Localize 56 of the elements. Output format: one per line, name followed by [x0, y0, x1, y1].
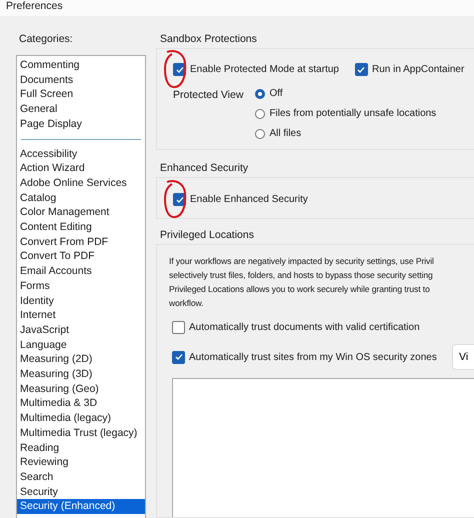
option-checkbox[interactable]: Enable Enhanced Security: [173, 193, 308, 206]
category-item[interactable]: Action Wizard: [17, 161, 145, 176]
check-icon: [176, 196, 184, 204]
check-icon: [357, 66, 366, 74]
category-item[interactable]: Measuring (2D): [17, 352, 145, 368]
checkbox[interactable]: [172, 321, 185, 334]
category-item[interactable]: Multimedia Trust (legacy): [17, 426, 145, 441]
category-item[interactable]: JavaScript: [17, 322, 145, 338]
radio-button[interactable]: [255, 108, 266, 118]
radio-button[interactable]: [255, 88, 266, 98]
category-item[interactable]: Security: [17, 484, 145, 500]
category-item[interactable]: Color Management: [17, 205, 145, 220]
radio-button[interactable]: [255, 128, 266, 138]
category-item[interactable]: Language: [17, 338, 145, 352]
category-item[interactable]: Internet: [17, 308, 145, 323]
description-text: If your workflows are negatively impacted by security settings, use Privil selectively trust files, folders, and hosts to bypass those security setting Privileged Locations allows you to work securely while granting trust to workflow.: [168, 255, 435, 310]
category-item[interactable]: Reviewing: [17, 455, 145, 470]
category-item[interactable]: Forms: [17, 278, 145, 294]
option-checkbox[interactable]: Enable Protected Mode at startup: [173, 63, 339, 76]
category-item[interactable]: Multimedia (legacy): [17, 411, 145, 426]
category-item[interactable]: Page Display: [17, 116, 145, 132]
category-item[interactable]: Catalog: [17, 190, 145, 206]
category-item[interactable]: Commenting: [17, 58, 145, 73]
category-item[interactable]: Measuring (3D): [17, 367, 145, 382]
category-item[interactable]: Full Screen: [17, 87, 145, 102]
category-item[interactable]: Email Accounts: [17, 264, 145, 279]
category-item[interactable]: Accessibility: [17, 146, 145, 162]
checkbox[interactable]: [172, 350, 185, 364]
protected-view-label: Protected View: [173, 88, 244, 102]
radio-option[interactable]: Off: [255, 88, 436, 99]
categories-label: Categories:: [19, 33, 74, 45]
radio-option[interactable]: All files: [255, 128, 436, 139]
section-heading: Privileged Locations: [160, 229, 255, 242]
option-checkbox[interactable]: Run in AppContainer: [354, 63, 464, 76]
category-item[interactable]: Multimedia & 3D: [17, 396, 145, 412]
category-item[interactable]: Convert To PDF: [17, 249, 145, 264]
category-item[interactable]: Reading: [17, 440, 145, 456]
check-icon: [176, 66, 184, 74]
window-title: Preferences: [6, 0, 63, 13]
category-item[interactable]: General: [17, 102, 145, 117]
category-item[interactable]: Measuring (Geo): [17, 382, 145, 396]
view-button[interactable]: Vi: [452, 344, 474, 370]
check-icon: [174, 353, 182, 361]
section-heading: Sandbox Protections: [160, 33, 258, 46]
category-item[interactable]: Documents: [17, 72, 145, 88]
radio-option[interactable]: Files from potentially unsafe locations: [255, 108, 436, 119]
checkbox[interactable]: [354, 63, 368, 76]
category-item[interactable]: Convert From PDF: [17, 234, 145, 250]
option-checkbox[interactable]: Automatically trust documents with valid certification: [172, 321, 420, 334]
category-item[interactable]: Adobe Online Services: [17, 176, 145, 191]
section-heading: Enhanced Security: [160, 162, 250, 175]
option-checkbox[interactable]: Automatically trust sites from my Win OS security zones: [172, 350, 437, 364]
category-item[interactable]: Identity: [17, 294, 145, 308]
category-item[interactable]: Security (Enhanced): [17, 499, 145, 514]
category-item[interactable]: Content Editing: [17, 220, 145, 235]
category-item[interactable]: Search: [17, 470, 145, 485]
